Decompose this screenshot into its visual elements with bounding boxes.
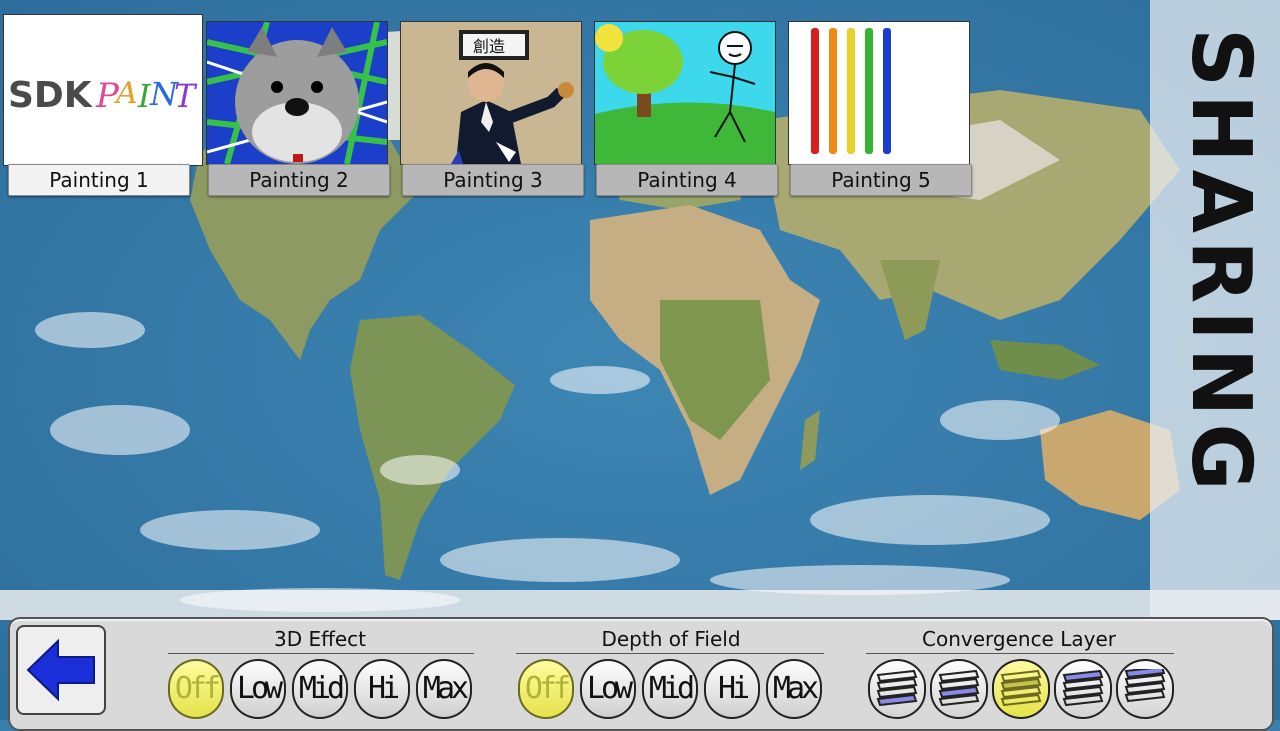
effect-3d-max-button[interactable]: Max	[416, 659, 472, 719]
sdk-paint-logo: SDK P A I N T	[8, 75, 198, 116]
convergence-layer-1-button[interactable]	[868, 659, 926, 719]
layers-middle-icon	[1000, 669, 1042, 707]
layers-lower-icon	[938, 669, 980, 707]
depth-max-button[interactable]: Max	[766, 659, 822, 719]
layers-bottom-icon	[876, 669, 918, 707]
painting-thumbnail-1[interactable]: SDK P A I N T	[3, 14, 203, 166]
svg-text:T: T	[174, 77, 198, 115]
painting-thumbnail-4[interactable]	[594, 21, 776, 165]
painting-label-3[interactable]: Painting 3	[402, 164, 584, 196]
painting-label-4[interactable]: Painting 4	[596, 164, 778, 196]
depth-of-field-title: Depth of Field	[601, 627, 741, 651]
painting-thumbnail-5[interactable]	[788, 21, 970, 165]
effect-3d-off-button[interactable]: Off	[168, 659, 224, 719]
tree-stickman-painting-image	[595, 22, 775, 164]
schnauzer-painting-image	[207, 22, 387, 164]
effect-3d-mid-button[interactable]: Mid	[292, 659, 348, 719]
painting-label-5[interactable]: Painting 5	[790, 164, 972, 196]
painting-label-1[interactable]: Painting 1	[8, 164, 190, 196]
depth-mid-button[interactable]: Mid	[642, 659, 698, 719]
depth-low-button[interactable]: Low	[580, 659, 636, 719]
control-panel: 3D Effect Off Low Mid Hi Max Depth of Fi…	[8, 617, 1274, 731]
convergence-layer-title: Convergence Layer	[922, 627, 1116, 651]
convergence-layer-3-button[interactable]	[992, 659, 1050, 719]
convergence-layer-2-button[interactable]	[930, 659, 988, 719]
sharing-title: SHARING	[1173, 28, 1268, 576]
convergence-layer-divider	[866, 653, 1174, 654]
effect-3d-hi-button[interactable]: Hi	[354, 659, 410, 719]
effect-3d-low-button[interactable]: Low	[230, 659, 286, 719]
sharing-title-text: SHARING	[1173, 28, 1268, 498]
svg-text:A: A	[113, 76, 138, 111]
painting-thumbnail-2[interactable]	[206, 21, 388, 165]
painting-label-2[interactable]: Painting 2	[208, 164, 390, 196]
convergence-layer-4-button[interactable]	[1054, 659, 1112, 719]
depth-hi-button[interactable]: Hi	[704, 659, 760, 719]
effect-3d-title: 3D Effect	[273, 627, 367, 651]
depth-of-field-divider	[516, 653, 824, 654]
convergence-layer-5-button[interactable]	[1116, 659, 1174, 719]
depth-off-button[interactable]: Off	[518, 659, 574, 719]
kanji-sign: 創造	[473, 37, 505, 56]
effect-3d-divider	[168, 653, 474, 654]
layers-top-icon	[1124, 669, 1166, 703]
svg-text:SDK: SDK	[8, 75, 93, 116]
layers-upper-icon	[1062, 669, 1104, 707]
color-stripes-painting-image	[789, 22, 969, 164]
presenter-painting-image: 創造	[401, 22, 581, 164]
painting-thumbnail-3[interactable]: 創造	[400, 21, 582, 165]
left-arrow-icon	[26, 638, 95, 702]
back-button[interactable]	[16, 625, 106, 715]
